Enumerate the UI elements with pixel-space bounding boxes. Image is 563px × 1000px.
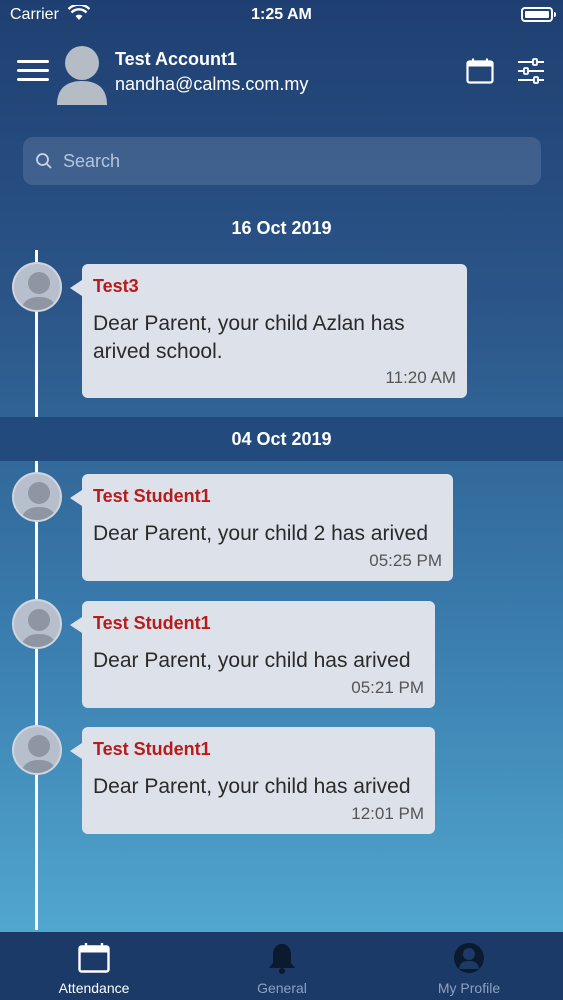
notification-time: 11:20 AM bbox=[385, 368, 456, 387]
date-header: 04 Oct 2019 bbox=[0, 417, 563, 461]
notification-message: Dear Parent, your child has arived bbox=[93, 775, 411, 798]
notification-message: Dear Parent, your child Azlan has arived… bbox=[93, 312, 405, 363]
sender-name: Test Student1 bbox=[93, 739, 211, 759]
search-bar[interactable] bbox=[23, 137, 541, 185]
tab-bar: Attendance General My Profile bbox=[0, 932, 563, 1000]
tab-general[interactable]: General bbox=[188, 932, 376, 1000]
profile-icon bbox=[454, 943, 484, 973]
app-header: Test Account1 nandha@calms.com.my bbox=[0, 38, 563, 108]
calendar-icon[interactable] bbox=[466, 58, 494, 84]
sender-avatar bbox=[12, 262, 62, 312]
notification-message: Dear Parent, your child has arived bbox=[93, 649, 411, 672]
tab-my-profile[interactable]: My Profile bbox=[375, 932, 563, 1000]
notification-card[interactable]: Test Student1 Dear Parent, your child ha… bbox=[70, 601, 435, 708]
tab-label: General bbox=[257, 980, 307, 996]
notification-card[interactable]: Test3 Dear Parent, your child Azlan has … bbox=[70, 264, 467, 398]
search-icon bbox=[36, 153, 52, 169]
calendar-icon bbox=[78, 943, 110, 973]
status-bar: Carrier 1:25 AM bbox=[0, 0, 563, 30]
notification-message: Dear Parent, your child 2 has arived bbox=[93, 522, 429, 545]
sender-name: Test3 bbox=[93, 276, 139, 296]
notification-time: 05:21 PM bbox=[351, 678, 424, 697]
account-email: nandha@calms.com.my bbox=[115, 74, 309, 94]
bell-icon bbox=[269, 944, 295, 974]
search-input[interactable] bbox=[63, 137, 523, 185]
hamburger-menu-icon[interactable] bbox=[17, 60, 49, 82]
tab-label: Attendance bbox=[58, 980, 130, 996]
tab-label: My Profile bbox=[437, 980, 501, 996]
sender-name: Test Student1 bbox=[93, 486, 211, 506]
clock: 1:25 AM bbox=[251, 6, 312, 23]
notification-card[interactable]: Test Student1 Dear Parent, your child ha… bbox=[70, 727, 435, 834]
tab-attendance[interactable]: Attendance bbox=[0, 932, 188, 1000]
date-header: 16 Oct 2019 bbox=[231, 218, 332, 238]
sender-avatar bbox=[12, 472, 62, 522]
sender-avatar bbox=[12, 725, 62, 775]
notification-time: 05:25 PM bbox=[369, 551, 442, 570]
sliders-icon[interactable] bbox=[517, 58, 545, 84]
account-name: Test Account1 bbox=[115, 49, 238, 69]
account-avatar bbox=[57, 46, 107, 105]
notification-card[interactable]: Test Student1 Dear Parent, your child 2 … bbox=[70, 474, 453, 581]
sender-avatar bbox=[12, 599, 62, 649]
battery-icon bbox=[521, 7, 556, 22]
notification-time: 12:01 PM bbox=[351, 804, 424, 823]
timeline-line bbox=[35, 250, 38, 930]
sender-name: Test Student1 bbox=[93, 613, 211, 633]
